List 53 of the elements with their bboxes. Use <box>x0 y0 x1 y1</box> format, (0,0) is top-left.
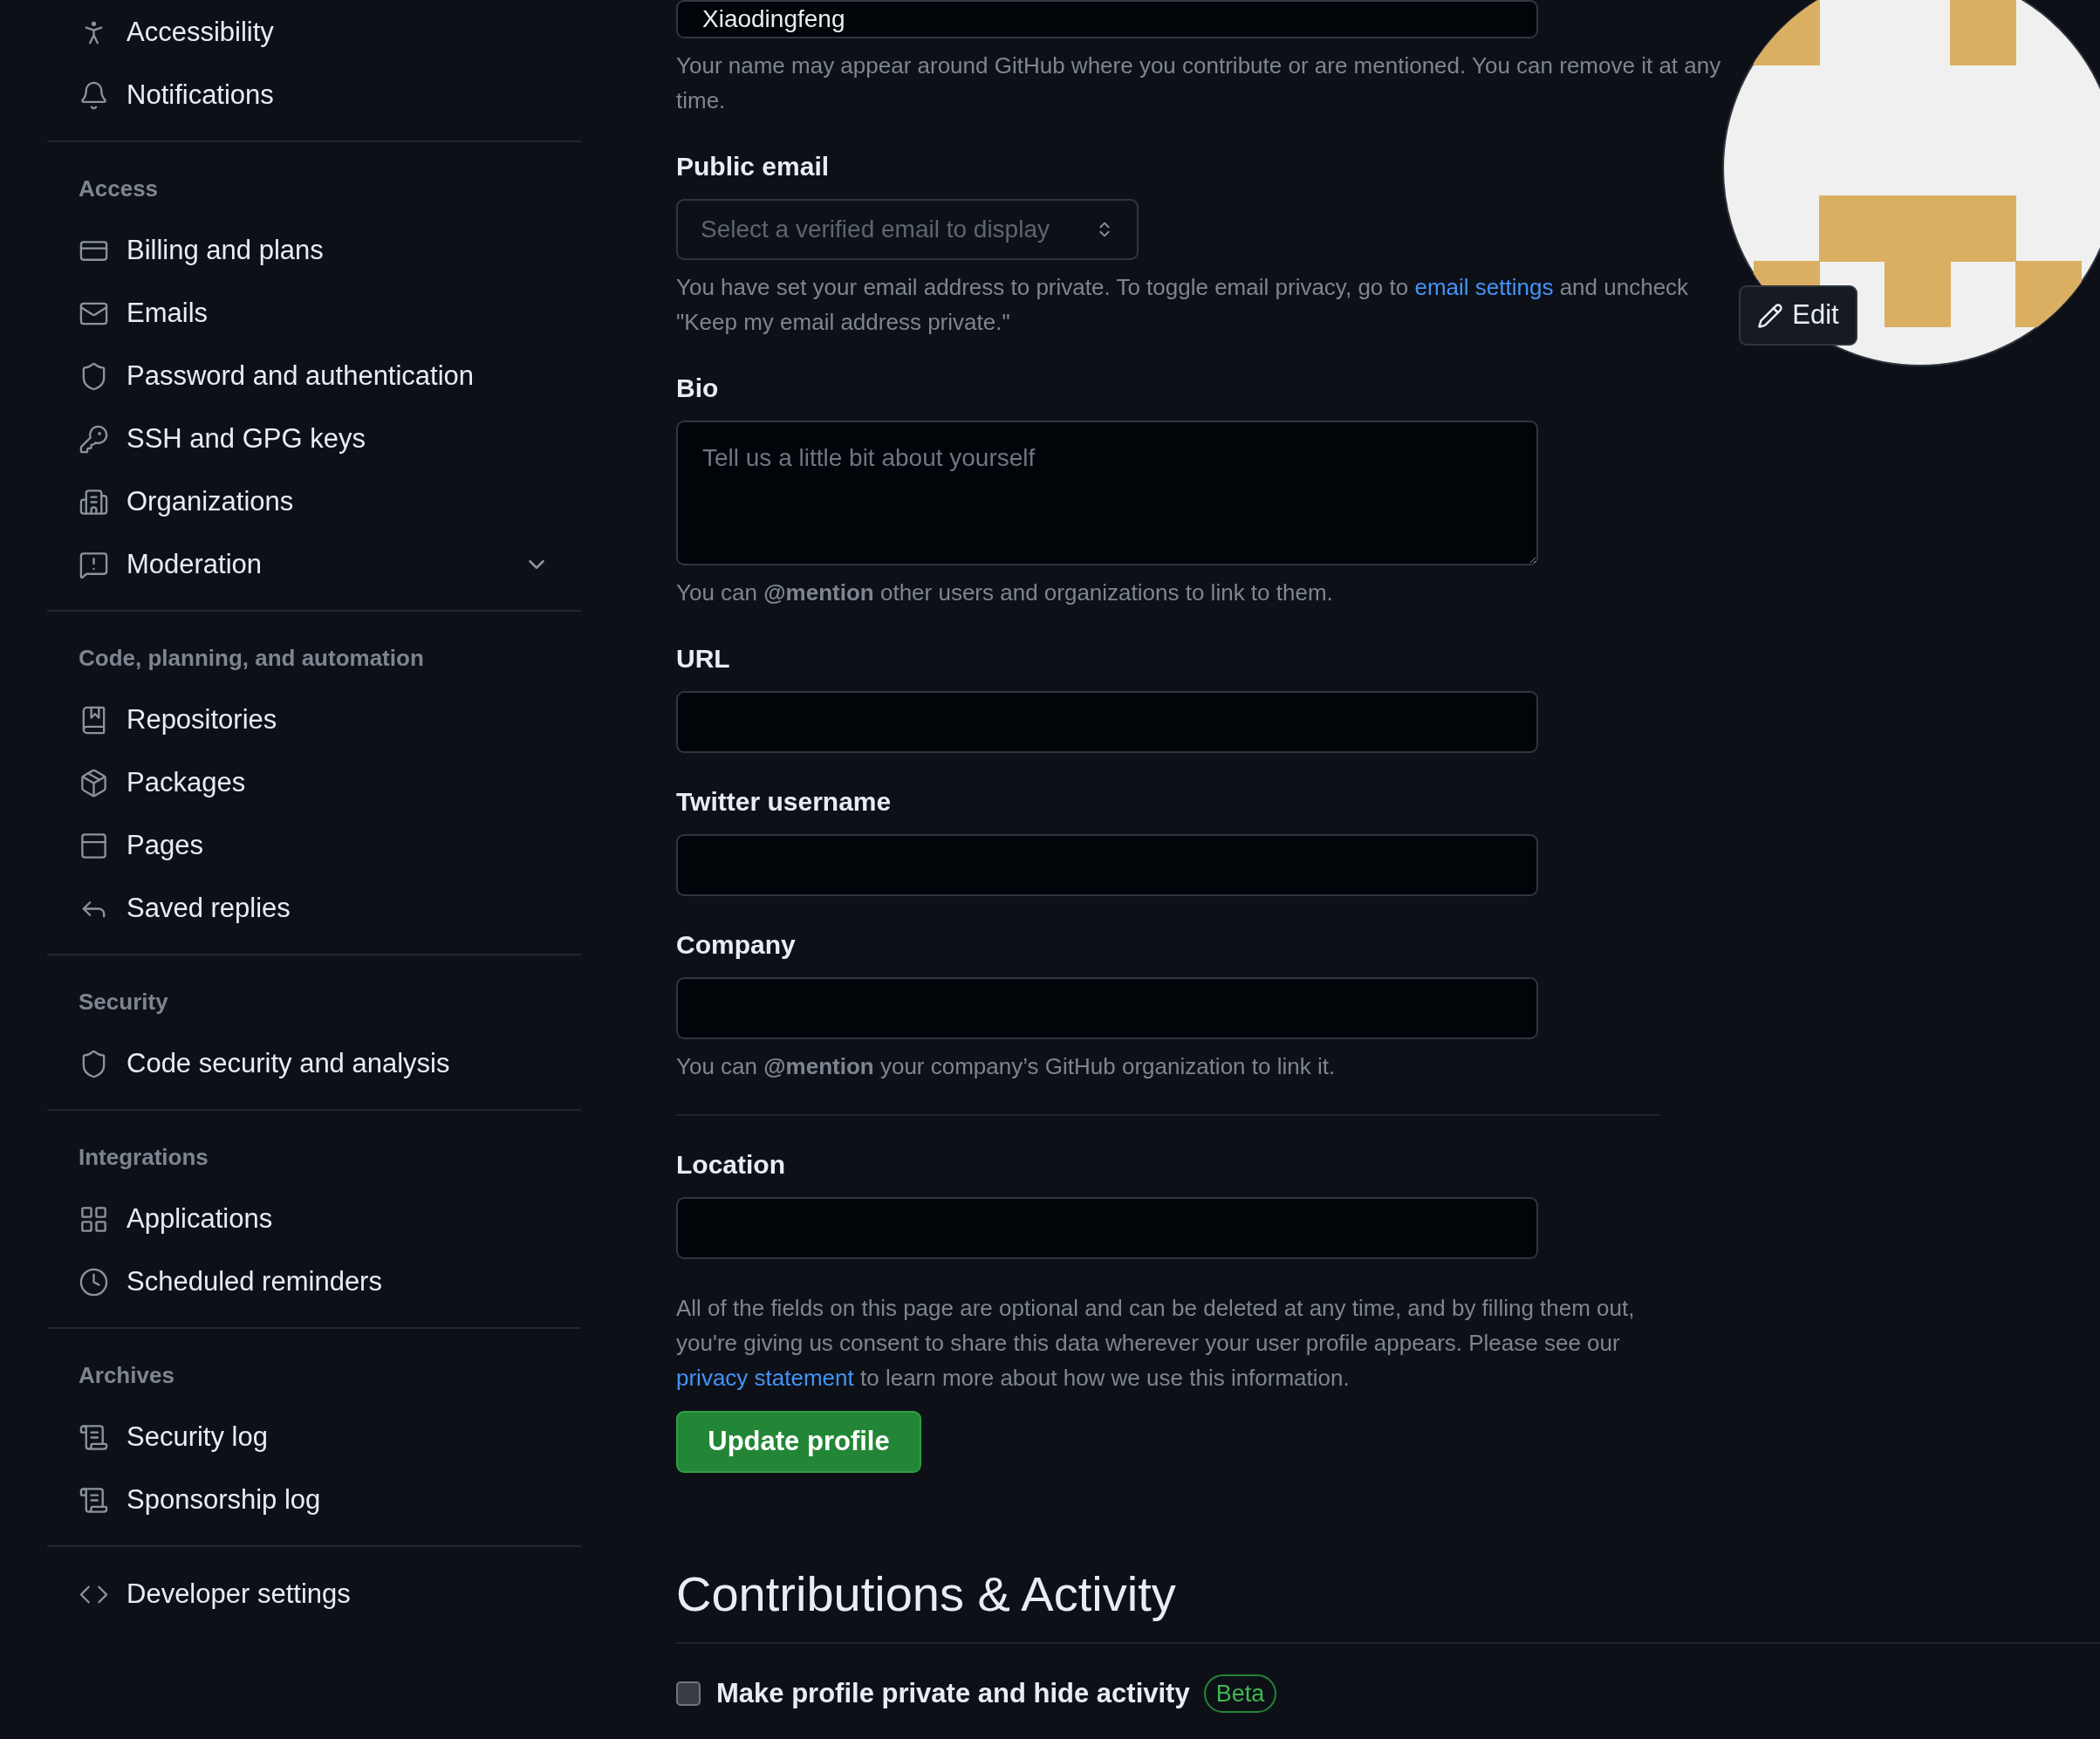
sidebar-item[interactable]: Applications <box>47 1188 581 1250</box>
beta-badge: Beta <box>1203 1674 1277 1713</box>
sidebar-item[interactable]: Developer settings <box>47 1563 581 1626</box>
sidebar-item[interactable]: Security log <box>47 1406 581 1469</box>
checkbox[interactable] <box>676 1681 701 1706</box>
field-label: Twitter username <box>676 786 893 818</box>
privacy-notice: All of the fields on this page are optional and can be deleted at any time, and by filling them out, you're giving us consent to share this data wherever your user profile appears. Please see our privacy statement to learn more about how we use this information. <box>676 1294 1636 1393</box>
sidebar-item[interactable]: Moderation <box>47 533 581 596</box>
sidebar-item[interactable]: Packages <box>47 751 581 814</box>
help-text: You can @mention other users and organizations to link to them. <box>676 579 1334 607</box>
package-icon <box>79 767 109 798</box>
section-heading: Security <box>79 988 168 1017</box>
sidebar-item[interactable]: SSH and GPG keys <box>47 407 581 470</box>
update-profile-button[interactable]: Update profile <box>676 1411 921 1473</box>
pencil-icon <box>1757 302 1784 329</box>
text-field[interactable] <box>676 691 1538 753</box>
sidebar-item[interactable]: Saved replies <box>47 877 581 940</box>
bio-field[interactable]: Tell us a little bit about yourself <box>676 421 1538 565</box>
link[interactable]: email settings <box>1414 274 1554 300</box>
field-label: Company <box>676 929 797 961</box>
section-heading: Code, planning, and automation <box>79 644 424 673</box>
sidebar-item[interactable]: Notifications <box>47 64 581 127</box>
sidebar-item[interactable]: Code security and analysis <box>47 1032 581 1095</box>
sidebar-item[interactable]: Accessibility <box>47 1 581 64</box>
sidebar-item[interactable]: Scheduled reminders <box>47 1250 581 1313</box>
section-heading: Archives <box>79 1361 174 1390</box>
field-label: URL <box>676 643 731 674</box>
section-title: Contributions & Activity <box>676 1565 1176 1623</box>
edit-button[interactable]: Edit <box>1739 285 1857 346</box>
section-heading: Access <box>79 175 159 203</box>
help-text: You have set your email address to private. To toggle email privacy, go to email settings and uncheck "Keep my email address private." <box>676 273 1690 337</box>
field-label: Public email <box>676 151 831 182</box>
text-field[interactable]: Xiaodingfeng <box>676 0 1538 38</box>
bell-icon <box>79 79 109 111</box>
text-field[interactable] <box>676 977 1538 1039</box>
sidebar-item[interactable]: Pages <box>47 814 581 877</box>
link[interactable]: privacy statement <box>676 1365 854 1391</box>
sidebar-item[interactable]: Emails <box>47 282 581 345</box>
text-field[interactable] <box>676 1197 1538 1259</box>
help-text: You can @mention your company’s GitHub organization to link it. <box>676 1052 1337 1081</box>
sidebar-item[interactable]: Billing and plans <box>47 219 581 282</box>
sidebar-item[interactable]: Password and authentication <box>47 345 581 407</box>
clock-icon <box>79 1266 109 1297</box>
sidebar-item[interactable]: Repositories <box>47 688 581 751</box>
section-heading: Integrations <box>79 1143 209 1172</box>
field-label: Location <box>676 1149 786 1181</box>
field-label: Bio <box>676 373 720 404</box>
checkbox-label: Make profile private and hide activity <box>716 1676 1190 1710</box>
text-field[interactable] <box>676 834 1538 896</box>
sidebar-item[interactable]: Sponsorship log <box>47 1469 581 1531</box>
help-text: Your name may appear around GitHub where you contribute or are mentioned. You can remove it at any time. <box>676 51 1722 115</box>
key-icon <box>79 423 109 455</box>
sidebar-item[interactable]: Organizations <box>47 470 581 533</box>
